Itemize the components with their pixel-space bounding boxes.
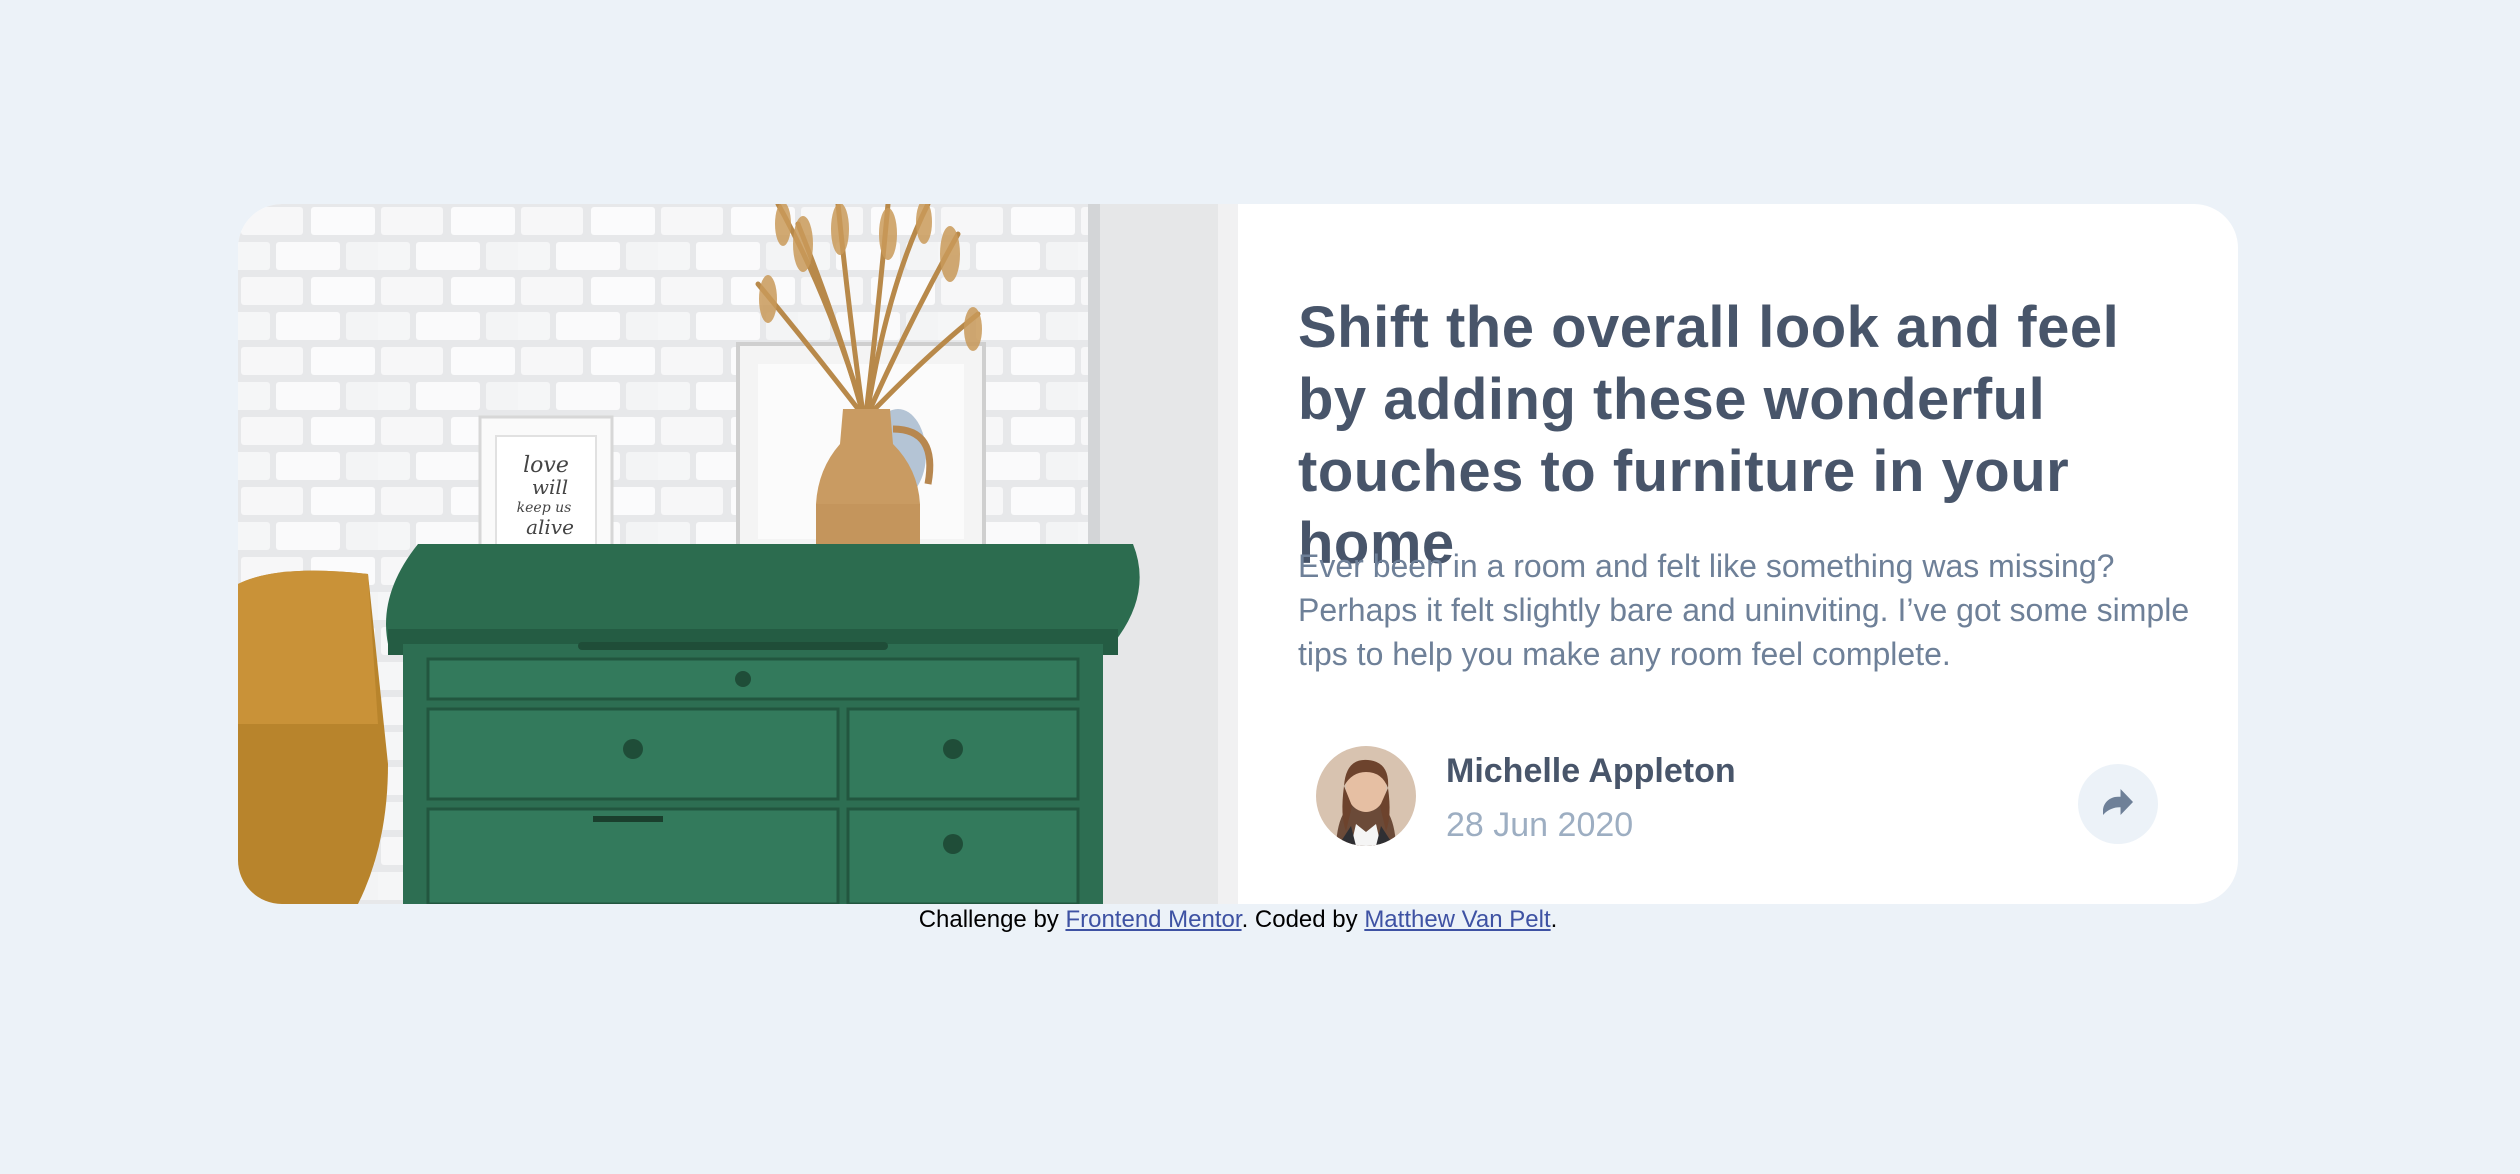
- drawers-image: love will keep us alive: [238, 204, 1238, 904]
- avatar: [1316, 746, 1416, 846]
- svg-text:will: will: [532, 475, 568, 499]
- article-headline: Shift the overall look and feel by addin…: [1298, 295, 2120, 576]
- svg-text:alive: alive: [526, 515, 574, 539]
- attribution-suffix: .: [1550, 906, 1558, 933]
- article-card: love will keep us alive Shift the overal…: [238, 204, 2238, 904]
- attribution: Challenge by Frontend Mentor. Coded by M…: [0, 904, 2476, 936]
- share-button[interactable]: [2078, 764, 2158, 844]
- share-icon: [2103, 788, 2133, 820]
- attribution-middle: . Coded by: [1241, 906, 1365, 933]
- publish-date: 28 Jun 2020: [1446, 806, 1634, 844]
- frontend-mentor-link[interactable]: Frontend Mentor: [1065, 906, 1241, 933]
- author-row: Michelle Appleton 28 Jun 2020: [1316, 746, 2158, 846]
- article-excerpt: Ever been in a room and felt like someth…: [1298, 548, 2190, 672]
- article-content: Shift the overall look and feel by addin…: [1238, 204, 2238, 904]
- svg-text:keep us: keep us: [517, 500, 572, 516]
- attribution-prefix: Challenge by: [918, 906, 1066, 933]
- author-name: Michelle Appleton: [1446, 752, 1736, 790]
- author-link[interactable]: Matthew Van Pelt: [1364, 906, 1550, 933]
